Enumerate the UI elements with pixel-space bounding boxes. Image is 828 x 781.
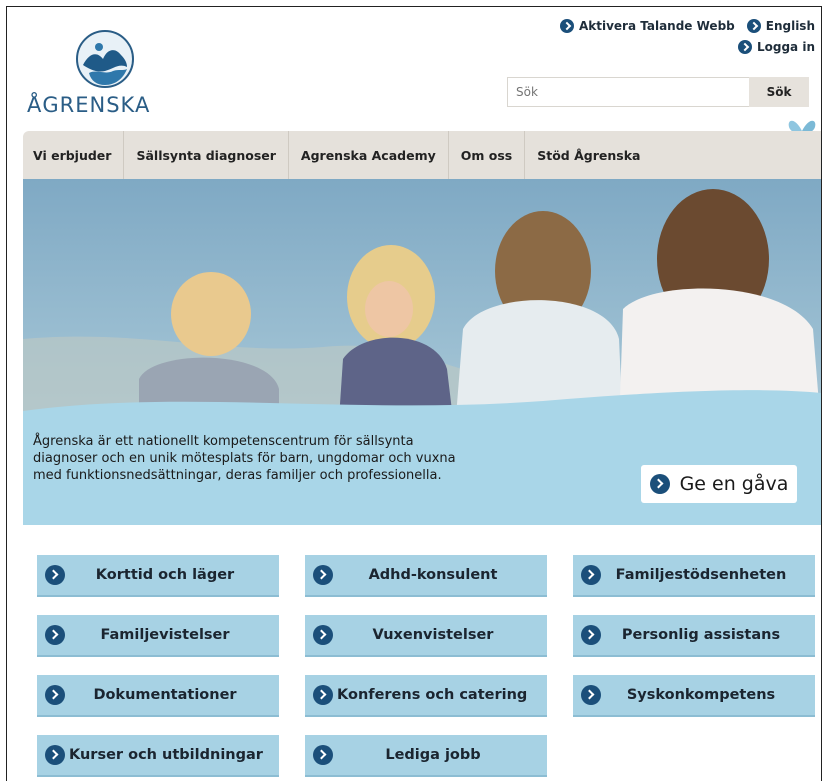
top-links: Aktivera Talande Webb English Logga in bbox=[559, 19, 815, 61]
arrow-right-icon bbox=[581, 685, 601, 705]
tile-label: Familjestödsenheten bbox=[615, 567, 787, 583]
main-nav: Vi erbjuder Sällsynta diagnoser Agrenska… bbox=[23, 131, 821, 179]
tile-personlig-assistans[interactable]: Personlig assistans bbox=[573, 615, 815, 657]
arrow-right-icon bbox=[737, 40, 752, 54]
tile-dokumentationer[interactable]: Dokumentationer bbox=[37, 675, 279, 717]
arrow-right-icon bbox=[313, 685, 333, 705]
login-link-label: Logga in bbox=[756, 40, 815, 54]
english-link-label: English bbox=[765, 19, 815, 33]
search-button[interactable]: Sök bbox=[749, 77, 809, 107]
arrow-right-icon bbox=[313, 745, 333, 765]
arrow-right-icon bbox=[581, 625, 601, 645]
arrow-right-icon bbox=[45, 625, 65, 645]
speech-link-label: Aktivera Talande Webb bbox=[578, 19, 735, 33]
nav-item-vi-erbjuder[interactable]: Vi erbjuder bbox=[23, 131, 125, 179]
tile-kurser-och-utbildningar[interactable]: Kurser och utbildningar bbox=[37, 735, 279, 777]
tile-label: Konferens och catering bbox=[337, 687, 528, 703]
arrow-right-icon bbox=[559, 19, 574, 33]
english-link[interactable]: English bbox=[746, 19, 815, 33]
tile-korttid-och-lager[interactable]: Korttid och läger bbox=[37, 555, 279, 597]
tile-vuxenvistelser[interactable]: Vuxenvistelser bbox=[305, 615, 547, 657]
nav-item-agrenska-academy[interactable]: Agrenska Academy bbox=[289, 131, 449, 179]
login-link[interactable]: Logga in bbox=[737, 40, 815, 54]
speech-link[interactable]: Aktivera Talande Webb bbox=[559, 19, 735, 33]
tile-konferens-och-catering[interactable]: Konferens och catering bbox=[305, 675, 547, 717]
nav-item-stod-agrenska[interactable]: Stöd Ågrenska bbox=[525, 131, 652, 179]
tile-adhd-konsulent[interactable]: Adhd-konsulent bbox=[305, 555, 547, 597]
arrow-right-icon bbox=[45, 685, 65, 705]
nav-item-sallsynta-diagnoser[interactable]: Sällsynta diagnoser bbox=[124, 131, 289, 179]
site-header: ÅGRENSKA Aktivera Talande Webb English L… bbox=[7, 7, 821, 143]
arrow-right-icon bbox=[649, 474, 670, 494]
search-input[interactable] bbox=[507, 77, 749, 107]
tile-label: Vuxenvistelser bbox=[372, 627, 494, 643]
tile-label: Personlig assistans bbox=[621, 627, 781, 643]
tile-label: Kurser och utbildningar bbox=[69, 747, 263, 763]
give-gift-button[interactable]: Ge en gåva bbox=[641, 465, 797, 503]
tile-label: Dokumentationer bbox=[93, 687, 237, 703]
arrow-right-icon bbox=[313, 565, 333, 585]
tile-familjestodsenheten[interactable]: Familjestödsenheten bbox=[573, 555, 815, 597]
hero-description: Ågrenska är ett nationellt kompetenscent… bbox=[33, 434, 456, 483]
logo-text: ÅGRENSKA bbox=[27, 93, 151, 117]
tile-syskonkompetens[interactable]: Syskonkompetens bbox=[573, 675, 815, 717]
arrow-right-icon bbox=[45, 565, 65, 585]
logo-emblem-icon bbox=[76, 30, 134, 88]
arrow-right-icon bbox=[45, 745, 65, 765]
tile-label: Lediga jobb bbox=[385, 747, 481, 763]
tile-label: Familjevistelser bbox=[100, 627, 230, 643]
tile-label: Korttid och läger bbox=[95, 567, 235, 583]
search-form: Sök bbox=[507, 77, 809, 107]
give-gift-label: Ge en gåva bbox=[679, 473, 789, 495]
arrow-right-icon bbox=[581, 565, 601, 585]
arrow-right-icon bbox=[313, 625, 333, 645]
tile-lediga-jobb[interactable]: Lediga jobb bbox=[305, 735, 547, 777]
tile-label: Adhd-konsulent bbox=[368, 567, 498, 583]
arrow-right-icon bbox=[746, 19, 761, 33]
nav-item-om-oss[interactable]: Om oss bbox=[449, 131, 526, 179]
tile-label: Syskonkompetens bbox=[626, 687, 776, 703]
page-frame: ÅGRENSKA Aktivera Talande Webb English L… bbox=[6, 6, 822, 781]
hero-banner: Ågrenska är ett nationellt kompetenscent… bbox=[23, 179, 821, 525]
tile-familjevistelser[interactable]: Familjevistelser bbox=[37, 615, 279, 657]
